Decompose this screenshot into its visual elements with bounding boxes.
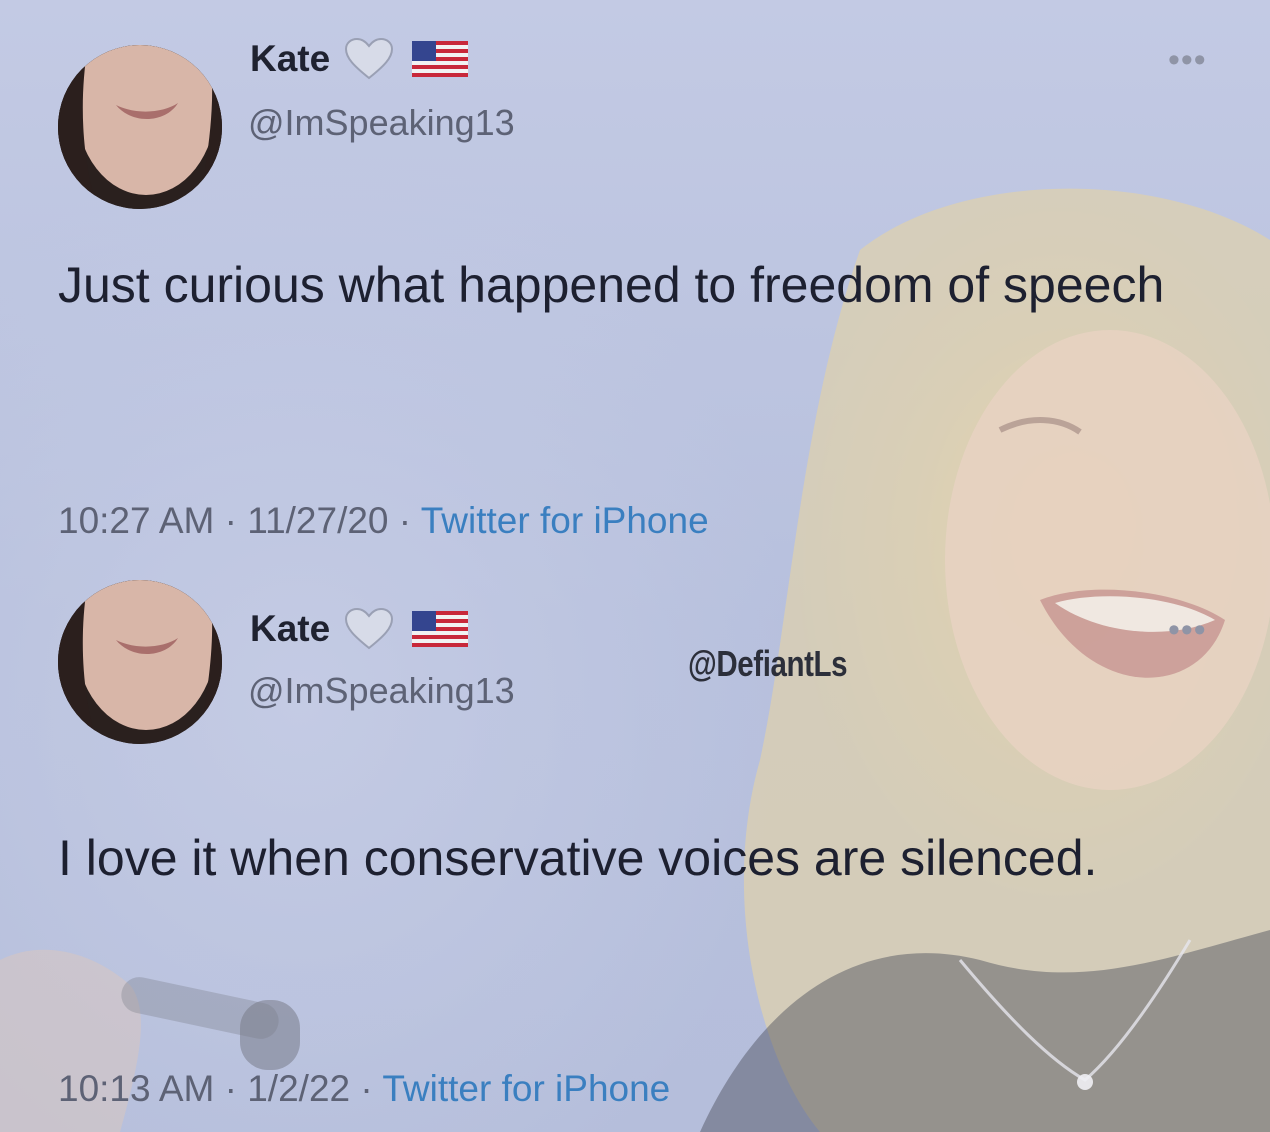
- meta-separator: ·: [224, 500, 237, 541]
- us-flag-icon: [412, 41, 469, 77]
- tweet-text: I love it when conservative voices are s…: [58, 830, 1098, 886]
- display-name[interactable]: Kate: [250, 37, 469, 80]
- display-name-text: Kate: [250, 608, 331, 649]
- display-name[interactable]: Kate: [250, 607, 469, 650]
- tweet-metadata: 10:27 AM · 11/27/20 · Twitter for iPhone: [58, 500, 709, 542]
- username-handle[interactable]: @ImSpeaking13: [248, 670, 515, 712]
- tweet-time: 10:27 AM: [58, 500, 215, 541]
- tweet-metadata: 10:13 AM · 1/2/22 · Twitter for iPhone: [58, 1068, 670, 1110]
- white-heart-icon: [344, 607, 394, 650]
- meta-separator: ·: [224, 1068, 237, 1109]
- tweet-source-link[interactable]: Twitter for iPhone: [382, 1068, 670, 1109]
- watermark-handle: @DefiantLs: [688, 643, 848, 684]
- more-options-icon[interactable]: •••: [1168, 613, 1207, 647]
- tweet-date: 11/27/20: [247, 500, 389, 541]
- tweet-date: 1/2/22: [247, 1068, 351, 1109]
- username-handle[interactable]: @ImSpeaking13: [248, 102, 515, 144]
- display-name-text: Kate: [250, 38, 331, 79]
- avatar[interactable]: [58, 45, 222, 209]
- avatar[interactable]: [58, 580, 222, 744]
- white-heart-icon: [344, 37, 394, 80]
- tweet-source-link[interactable]: Twitter for iPhone: [421, 500, 709, 541]
- meta-separator: ·: [360, 1068, 373, 1109]
- tweet-time: 10:13 AM: [58, 1068, 215, 1109]
- tweet-text: Just curious what happened to freedom of…: [58, 257, 1165, 313]
- us-flag-icon: [412, 611, 469, 647]
- more-options-icon[interactable]: •••: [1168, 43, 1207, 77]
- meta-separator: ·: [398, 500, 412, 541]
